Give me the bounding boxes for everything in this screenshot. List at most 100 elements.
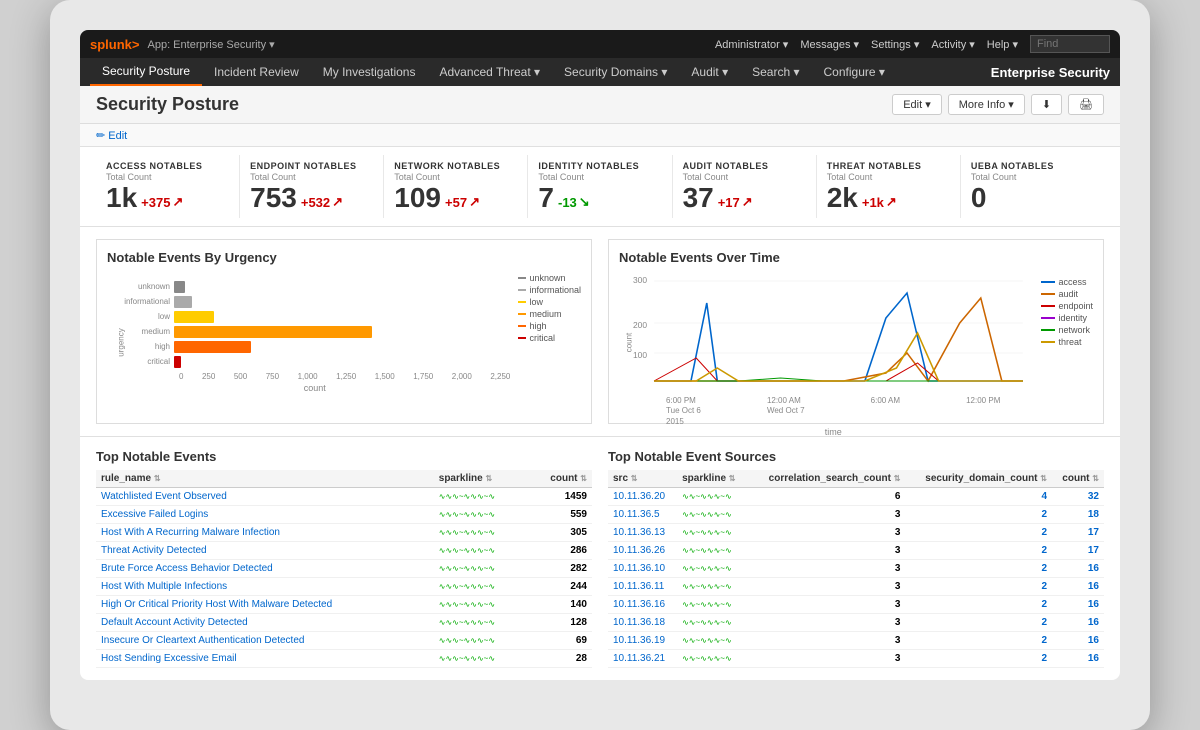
col-sec-domain[interactable]: security_domain_count ⇅ bbox=[905, 470, 1052, 488]
download-button[interactable]: ⬇ bbox=[1031, 94, 1062, 115]
edit-button[interactable]: Edit ▾ bbox=[892, 94, 942, 115]
edit-link[interactable]: ✏ Edit bbox=[96, 130, 127, 142]
event-name-cell[interactable]: Threat Activity Detected bbox=[96, 541, 434, 559]
notable-card-endpoint[interactable]: ENDPOINT NOTABLES Total Count 753 +532 bbox=[240, 155, 384, 218]
col-corr-count[interactable]: correlation_search_count ⇅ bbox=[748, 470, 906, 488]
event-name-link[interactable]: Threat Activity Detected bbox=[101, 545, 207, 556]
notable-card-network[interactable]: NETWORK NOTABLES Total Count 109 +57 bbox=[384, 155, 528, 218]
nav-my-investigations[interactable]: My Investigations bbox=[311, 58, 428, 86]
nav-activity[interactable]: Activity ▾ bbox=[931, 38, 974, 51]
more-info-button[interactable]: More Info ▾ bbox=[948, 94, 1025, 115]
app-name-label[interactable]: App: Enterprise Security ▾ bbox=[148, 38, 275, 51]
src-link[interactable]: 10.11.36.19 bbox=[613, 635, 665, 646]
src-link[interactable]: 10.11.36.5 bbox=[613, 509, 660, 520]
top-search-input[interactable] bbox=[1030, 35, 1110, 53]
src-link[interactable]: 10.11.36.13 bbox=[613, 527, 665, 538]
legend-label-unknown: unknown bbox=[529, 273, 565, 283]
src-sparkline-icon: ∿∿~∿∿∿~∿ bbox=[682, 618, 732, 627]
arrow-icon-audit bbox=[742, 194, 753, 210]
sparkline-icon: ∿∿∿~∿∿∿~∿ bbox=[439, 510, 495, 519]
event-name-cell[interactable]: Host Sending Excessive Email bbox=[96, 649, 434, 667]
notable-card-audit[interactable]: AUDIT NOTABLES Total Count 37 +17 bbox=[673, 155, 817, 218]
col-count[interactable]: count ⇅ bbox=[527, 470, 592, 488]
src-link[interactable]: 10.11.36.10 bbox=[613, 563, 665, 574]
nav-security-posture[interactable]: Security Posture bbox=[90, 58, 202, 86]
src-link[interactable]: 10.11.36.18 bbox=[613, 617, 665, 628]
event-name-cell[interactable]: Insecure Or Cleartext Authentication Det… bbox=[96, 631, 434, 649]
col-sparkline[interactable]: sparkline ⇅ bbox=[434, 470, 527, 488]
event-name-link[interactable]: High Or Critical Priority Host With Malw… bbox=[101, 599, 332, 610]
bar-fill-low bbox=[174, 311, 214, 323]
event-name-cell[interactable]: Watchlisted Event Observed bbox=[96, 487, 434, 505]
event-name-link[interactable]: Host With Multiple Infections bbox=[101, 581, 227, 592]
sparkline-icon: ∿∿∿~∿∿∿~∿ bbox=[439, 492, 495, 501]
nav-help[interactable]: Help ▾ bbox=[987, 38, 1018, 51]
nav-messages[interactable]: Messages ▾ bbox=[800, 38, 859, 51]
src-cell[interactable]: 10.11.36.19 bbox=[608, 631, 677, 649]
nav-security-domains[interactable]: Security Domains ▾ bbox=[552, 58, 679, 86]
event-name-link[interactable]: Host Sending Excessive Email bbox=[101, 653, 237, 664]
src-link[interactable]: 10.11.36.20 bbox=[613, 491, 665, 502]
nav-configure[interactable]: Configure ▾ bbox=[812, 58, 897, 86]
arrow-icon-identity bbox=[579, 194, 590, 210]
notable-card-ueba[interactable]: UEBA NOTABLES Total Count 0 bbox=[961, 155, 1104, 218]
notable-delta-audit: +17 bbox=[718, 194, 753, 210]
event-name-cell[interactable]: Default Account Activity Detected bbox=[96, 613, 434, 631]
event-name-cell[interactable]: High Or Critical Priority Host With Malw… bbox=[96, 595, 434, 613]
corr-count-cell: 3 bbox=[748, 523, 906, 541]
notable-value-audit: 37 bbox=[683, 184, 714, 212]
event-name-cell[interactable]: Host With Multiple Infections bbox=[96, 577, 434, 595]
notable-delta-identity: -13 bbox=[558, 194, 590, 210]
print-button[interactable]: 🖨 bbox=[1068, 94, 1104, 115]
src-link[interactable]: 10.11.36.26 bbox=[613, 545, 665, 556]
col-count-src[interactable]: count ⇅ bbox=[1052, 470, 1104, 488]
src-sparkline-cell: ∿∿~∿∿∿~∿ bbox=[677, 577, 748, 595]
event-name-link[interactable]: Watchlisted Event Observed bbox=[101, 491, 227, 502]
sparkline-cell: ∿∿∿~∿∿∿~∿ bbox=[434, 541, 527, 559]
notable-value-network: 109 bbox=[394, 184, 441, 212]
event-name-cell[interactable]: Excessive Failed Logins bbox=[96, 505, 434, 523]
col-src[interactable]: src ⇅ bbox=[608, 470, 677, 488]
event-name-link[interactable]: Default Account Activity Detected bbox=[101, 617, 248, 628]
nav-audit[interactable]: Audit ▾ bbox=[679, 58, 740, 86]
event-name-link[interactable]: Brute Force Access Behavior Detected bbox=[101, 563, 273, 574]
nav-administrator[interactable]: Administrator ▾ bbox=[715, 38, 788, 51]
event-name-link[interactable]: Insecure Or Cleartext Authentication Det… bbox=[101, 635, 304, 646]
tables-row: Top Notable Events rule_name ⇅ sparkline… bbox=[80, 437, 1120, 680]
sec-domain-value: 2 bbox=[1041, 599, 1047, 610]
table-row: High Or Critical Priority Host With Malw… bbox=[96, 595, 592, 613]
src-link[interactable]: 10.11.36.11 bbox=[613, 581, 664, 592]
src-cell[interactable]: 10.11.36.21 bbox=[608, 649, 677, 667]
src-cell[interactable]: 10.11.36.26 bbox=[608, 541, 677, 559]
src-link[interactable]: 10.11.36.16 bbox=[613, 599, 665, 610]
notable-card-threat[interactable]: THREAT NOTABLES Total Count 2k +1k bbox=[817, 155, 961, 218]
src-cell[interactable]: 10.11.36.16 bbox=[608, 595, 677, 613]
bar-label-informational: informational bbox=[119, 297, 174, 306]
src-cell[interactable]: 10.11.36.18 bbox=[608, 613, 677, 631]
nav-settings[interactable]: Settings ▾ bbox=[871, 38, 919, 51]
nav-incident-review[interactable]: Incident Review bbox=[202, 58, 311, 86]
bar-x-label: 1,000 bbox=[298, 372, 318, 381]
nav-search[interactable]: Search ▾ bbox=[740, 58, 811, 86]
event-name-link[interactable]: Host With A Recurring Malware Infection bbox=[101, 527, 280, 538]
notable-card-access[interactable]: ACCESS NOTABLES Total Count 1k +375 bbox=[96, 155, 240, 218]
src-cell[interactable]: 10.11.36.10 bbox=[608, 559, 677, 577]
src-cell[interactable]: 10.11.36.20 bbox=[608, 487, 677, 505]
src-sparkline-icon: ∿∿~∿∿∿~∿ bbox=[682, 492, 732, 501]
notable-label-audit: AUDIT NOTABLES bbox=[683, 161, 806, 172]
line-legend-color-network bbox=[1041, 329, 1055, 331]
sec-domain-cell: 2 bbox=[905, 613, 1052, 631]
src-cell[interactable]: 10.11.36.11 bbox=[608, 577, 677, 595]
src-cell[interactable]: 10.11.36.5 bbox=[608, 505, 677, 523]
col-rule-name[interactable]: rule_name ⇅ bbox=[96, 470, 434, 488]
src-link[interactable]: 10.11.36.21 bbox=[613, 653, 665, 664]
event-name-cell[interactable]: Brute Force Access Behavior Detected bbox=[96, 559, 434, 577]
event-name-cell[interactable]: Host With A Recurring Malware Infection bbox=[96, 523, 434, 541]
src-cell[interactable]: 10.11.36.13 bbox=[608, 523, 677, 541]
nav-advanced-threat[interactable]: Advanced Threat ▾ bbox=[427, 58, 552, 86]
col-sparkline-src[interactable]: sparkline ⇅ bbox=[677, 470, 748, 488]
bar-row-high: high bbox=[119, 341, 510, 353]
src-sparkline-cell: ∿∿~∿∿∿~∿ bbox=[677, 505, 748, 523]
event-name-link[interactable]: Excessive Failed Logins bbox=[101, 509, 208, 520]
notable-card-identity[interactable]: IDENTITY NOTABLES Total Count 7 -13 bbox=[528, 155, 672, 218]
